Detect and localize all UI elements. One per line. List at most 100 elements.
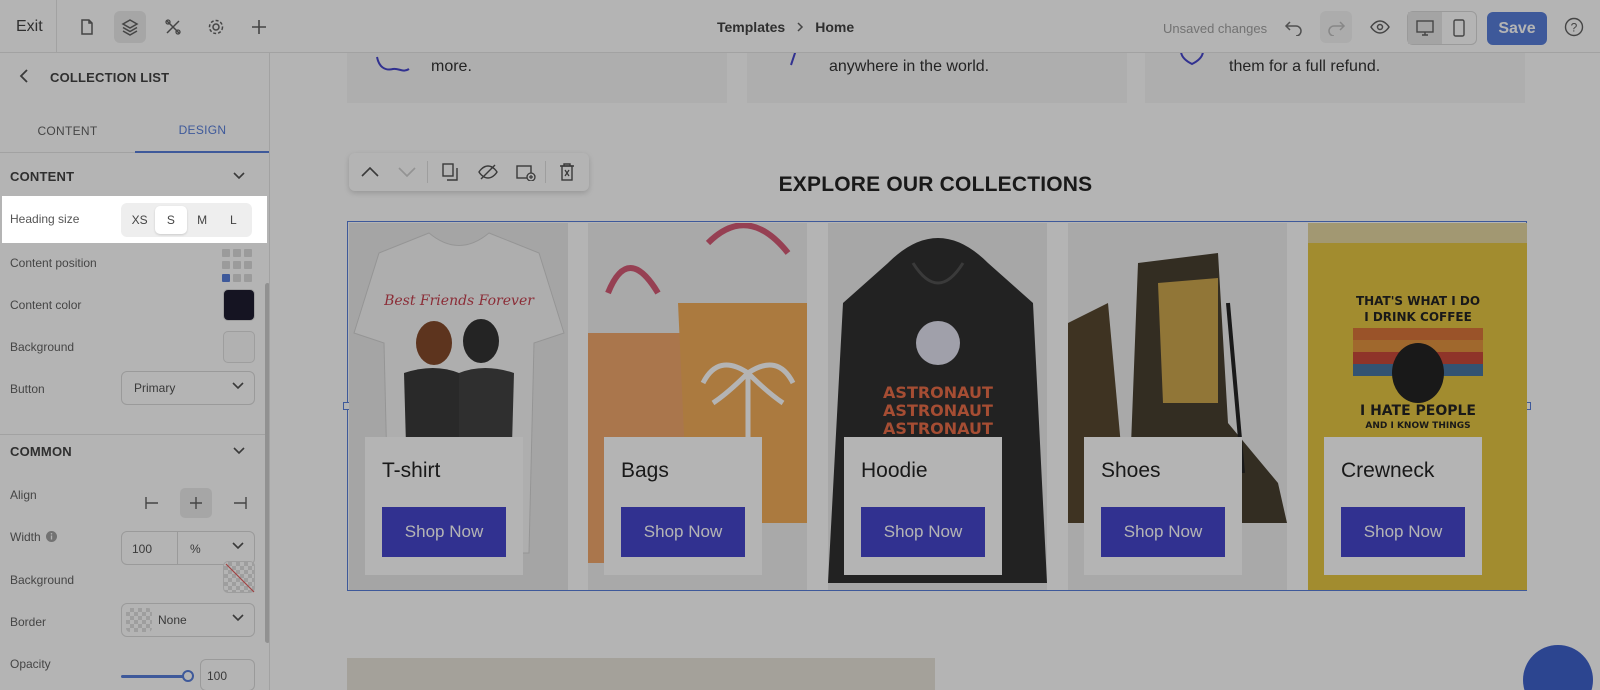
border-select[interactable]: None bbox=[121, 603, 255, 637]
common-background-swatch[interactable] bbox=[223, 561, 255, 593]
shop-now-button[interactable]: Shop Now bbox=[1341, 507, 1465, 557]
exit-button[interactable]: Exit bbox=[16, 18, 43, 36]
undo-icon[interactable] bbox=[1278, 11, 1310, 43]
feature-card bbox=[347, 53, 727, 103]
heading-size-xs[interactable]: XS bbox=[124, 206, 155, 234]
feature-text: them for a full refund. bbox=[1229, 58, 1381, 75]
collection-card-tshirt[interactable]: Best Friends Forever T-shirt Shop Now bbox=[349, 223, 568, 590]
panel-title: COLLECTION LIST bbox=[50, 70, 170, 85]
shop-now-button[interactable]: Shop Now bbox=[1101, 507, 1225, 557]
tab-content[interactable]: CONTENT bbox=[0, 109, 135, 153]
opacity-label: Opacity bbox=[10, 657, 51, 671]
layers-icon[interactable] bbox=[114, 11, 146, 43]
content-color-label: Content color bbox=[10, 298, 82, 312]
breadcrumb-templates[interactable]: Templates bbox=[717, 19, 785, 35]
section-title-content: CONTENT bbox=[10, 169, 75, 184]
save-button[interactable]: Save bbox=[1487, 12, 1547, 45]
chevron-right-icon bbox=[797, 22, 804, 32]
device-toggle bbox=[1407, 11, 1477, 45]
gear-icon[interactable] bbox=[200, 11, 232, 43]
heading-size-segmented: XS S M L bbox=[121, 203, 252, 237]
feature-text: anywhere in the world. bbox=[829, 58, 990, 75]
shop-now-button[interactable]: Shop Now bbox=[621, 507, 745, 557]
collection-card-shoes[interactable]: Shoes Shop Now bbox=[1068, 223, 1287, 590]
button-label: Button bbox=[10, 382, 45, 396]
button-style-value: Primary bbox=[134, 381, 176, 395]
heading-size-label: Heading size bbox=[10, 212, 80, 226]
chevron-down-icon bbox=[232, 542, 244, 550]
svg-text:ASTRONAUT: ASTRONAUT bbox=[883, 383, 993, 402]
common-background-label: Background bbox=[10, 573, 75, 587]
collection-name: Crewneck bbox=[1341, 459, 1435, 482]
collection-card-panel: Bags Shop Now bbox=[604, 437, 762, 575]
collection-card-panel: Hoodie Shop Now bbox=[844, 437, 1002, 575]
collection-list-block[interactable]: Best Friends Forever T-shirt Shop Now Ba… bbox=[343, 221, 1531, 591]
mobile-icon[interactable] bbox=[1442, 12, 1476, 44]
opacity-input[interactable]: 100 bbox=[200, 659, 255, 690]
chevron-down-icon bbox=[232, 614, 244, 622]
sidebar-scrollbar[interactable] bbox=[265, 283, 269, 643]
help-icon[interactable]: ? bbox=[1558, 11, 1590, 43]
info-icon[interactable] bbox=[46, 531, 57, 542]
collection-card-hoodie[interactable]: ASTRONAUT ASTRONAUT ASTRONAUT Hoodie Sho… bbox=[828, 223, 1047, 590]
heading-size-m[interactable]: M bbox=[187, 206, 218, 234]
desktop-icon[interactable] bbox=[1408, 12, 1442, 44]
svg-text:AND I KNOW THINGS: AND I KNOW THINGS bbox=[1365, 421, 1470, 431]
collection-card-panel: Crewneck Shop Now bbox=[1324, 437, 1482, 575]
feature-text: more. bbox=[431, 58, 472, 75]
shop-now-button[interactable]: Shop Now bbox=[382, 507, 506, 557]
align-label: Align bbox=[10, 488, 37, 502]
heading-size-row: Heading size XS S M L bbox=[2, 196, 267, 243]
collection-card-crewneck[interactable]: THAT'S WHAT I DO I DRINK COFFEE I HATE P… bbox=[1308, 223, 1527, 590]
chevron-down-icon bbox=[232, 382, 244, 390]
align-left-icon[interactable] bbox=[136, 488, 168, 518]
svg-text:?: ? bbox=[1571, 21, 1578, 35]
shop-now-button[interactable]: Shop Now bbox=[861, 507, 985, 557]
tab-design[interactable]: DESIGN bbox=[135, 109, 269, 153]
svg-text:I HATE PEOPLE: I HATE PEOPLE bbox=[1360, 403, 1476, 419]
preview-eye-icon[interactable] bbox=[1364, 11, 1396, 43]
breadcrumb-home: Home bbox=[815, 19, 855, 35]
chat-widget-button[interactable] bbox=[1523, 645, 1593, 690]
design-sidebar: COLLECTION LIST CONTENT DESIGN CONTENT H… bbox=[0, 53, 270, 690]
redo-icon[interactable] bbox=[1320, 11, 1352, 43]
pages-icon[interactable] bbox=[71, 11, 103, 43]
svg-text:Best Friends Forever: Best Friends Forever bbox=[383, 293, 535, 309]
svg-text:THAT'S WHAT I DO: THAT'S WHAT I DO bbox=[1356, 294, 1480, 308]
content-color-swatch[interactable] bbox=[223, 289, 255, 321]
content-position-grid[interactable] bbox=[222, 249, 256, 283]
collection-card-panel: T-shirt Shop Now bbox=[365, 437, 523, 575]
top-bar: Exit Templates Home Unsaved changes Save bbox=[0, 0, 1600, 53]
heading-size-s[interactable]: S bbox=[155, 206, 187, 234]
collection-card-panel: Shoes Shop Now bbox=[1084, 437, 1242, 575]
unsaved-status: Unsaved changes bbox=[1163, 21, 1268, 36]
content-position-label: Content position bbox=[10, 256, 97, 270]
breadcrumb: Templates Home bbox=[717, 19, 854, 35]
back-chevron-icon[interactable] bbox=[18, 69, 30, 83]
opacity-slider-handle[interactable] bbox=[182, 670, 194, 682]
chevron-down-icon[interactable] bbox=[233, 447, 245, 455]
feature-icon bbox=[376, 56, 410, 72]
width-unit[interactable]: % bbox=[190, 542, 201, 556]
button-style-select[interactable]: Primary bbox=[121, 371, 255, 405]
tools-icon[interactable] bbox=[157, 11, 189, 43]
chevron-down-icon[interactable] bbox=[233, 172, 245, 180]
add-icon[interactable] bbox=[243, 11, 275, 43]
border-label: Border bbox=[10, 615, 47, 629]
opacity-slider-track[interactable] bbox=[121, 675, 187, 678]
align-right-icon[interactable] bbox=[224, 488, 256, 518]
heading-size-l[interactable]: L bbox=[218, 206, 249, 234]
background-color-swatch[interactable] bbox=[223, 331, 255, 363]
collection-card-bags[interactable]: Bags Shop Now bbox=[588, 223, 807, 590]
panel-tabs: CONTENT DESIGN bbox=[0, 109, 269, 153]
collections-heading: EXPLORE OUR COLLECTIONS bbox=[778, 173, 1093, 196]
border-value: None bbox=[158, 613, 187, 627]
align-center-icon[interactable] bbox=[180, 488, 212, 518]
divider bbox=[56, 0, 57, 53]
svg-text:ASTRONAUT: ASTRONAUT bbox=[883, 401, 993, 420]
divider bbox=[0, 434, 269, 435]
collection-name: Hoodie bbox=[861, 459, 928, 482]
svg-text:ASTRONAUT: ASTRONAUT bbox=[883, 419, 993, 438]
width-input[interactable]: 100 % bbox=[121, 531, 255, 565]
border-swatch bbox=[126, 608, 152, 632]
